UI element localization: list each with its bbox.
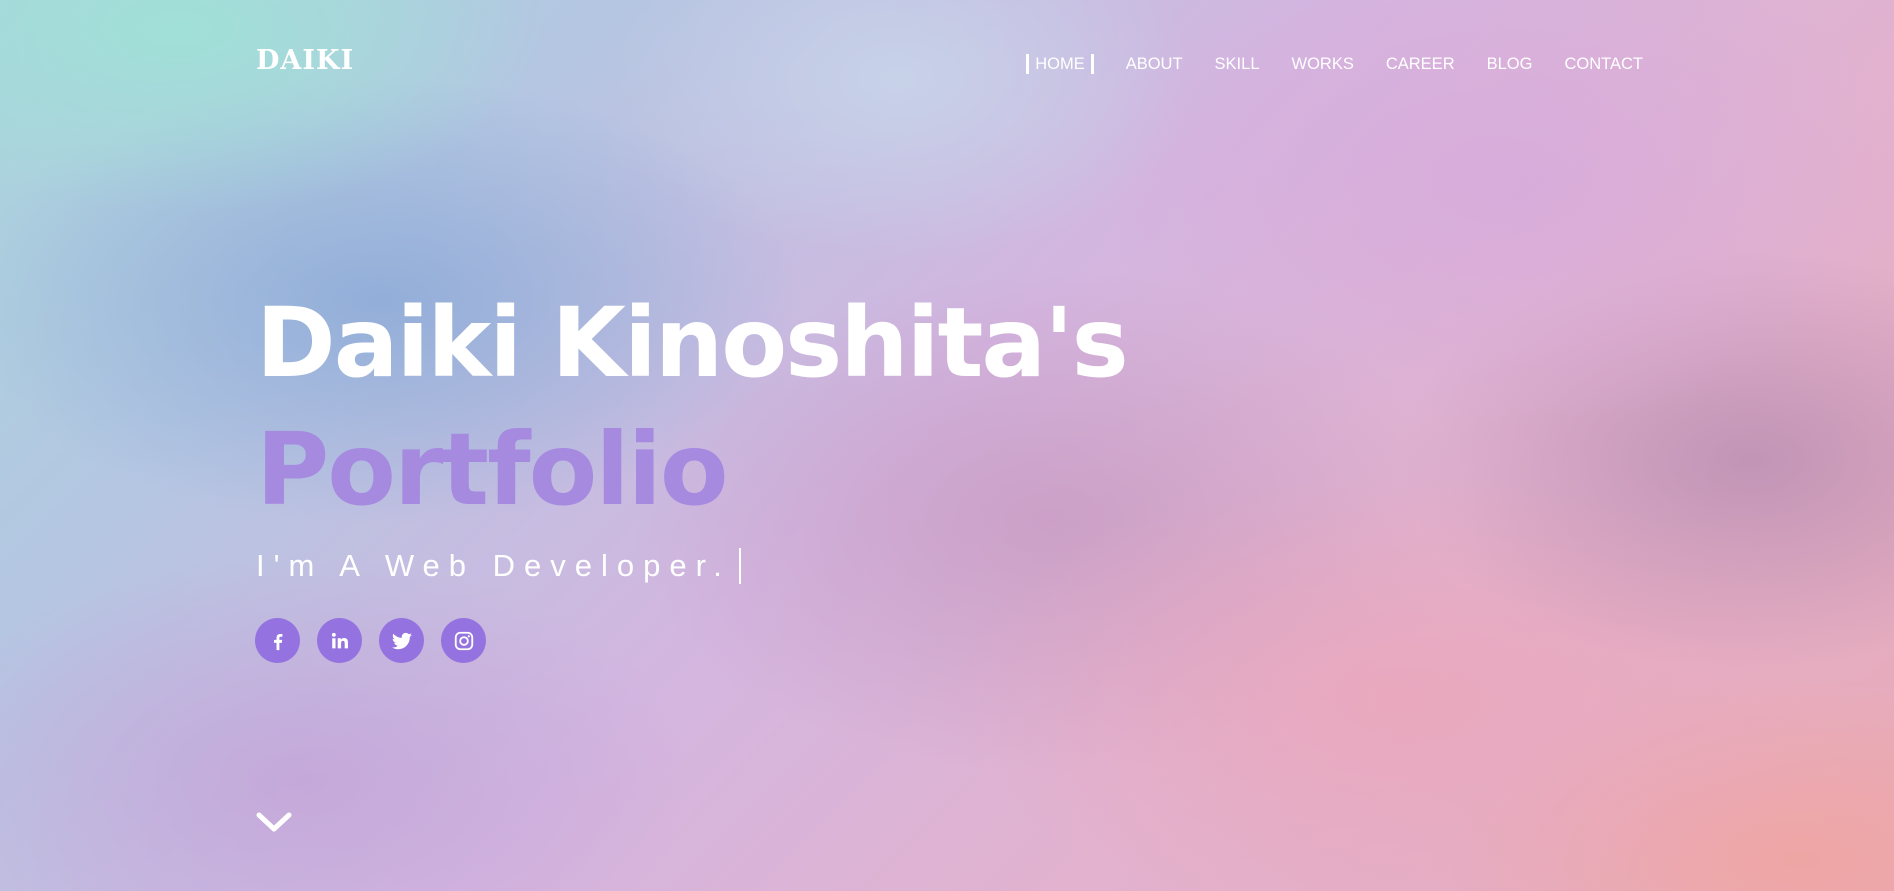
twitter-icon [391,632,412,649]
linkedin-icon [331,632,348,648]
nav-about[interactable]: ABOUT [1126,54,1183,74]
hero-section: DAIKI HOME ABOUT SKILL WORKS CAREER BLOG… [0,0,1894,891]
site-logo[interactable]: DAIKI [256,45,354,76]
social-links [255,618,486,663]
nav-career[interactable]: CAREER [1386,54,1455,74]
nav-works[interactable]: WORKS [1292,54,1354,74]
typed-text: I'm A Web Developer. [256,548,731,583]
hero-subtitle: I'm A Web Developer. [256,548,741,584]
scroll-down-button[interactable] [256,808,292,836]
twitter-link[interactable] [379,618,424,663]
instagram-icon [454,631,473,650]
instagram-link[interactable] [441,618,486,663]
linkedin-link[interactable] [317,618,362,663]
nav-contact[interactable]: CONTACT [1564,54,1643,74]
chevron-down-icon [256,812,292,832]
facebook-link[interactable] [255,618,300,663]
hero-title: Daiki Kinoshita's [256,287,1129,399]
typing-cursor [738,548,741,584]
main-nav: HOME ABOUT SKILL WORKS CAREER BLOG CONTA… [1026,54,1643,74]
nav-skill[interactable]: SKILL [1215,54,1260,74]
nav-home[interactable]: HOME [1026,54,1094,74]
hero-title-accent: Portfolio [256,411,729,528]
nav-blog[interactable]: BLOG [1487,54,1533,74]
facebook-icon [273,633,282,650]
